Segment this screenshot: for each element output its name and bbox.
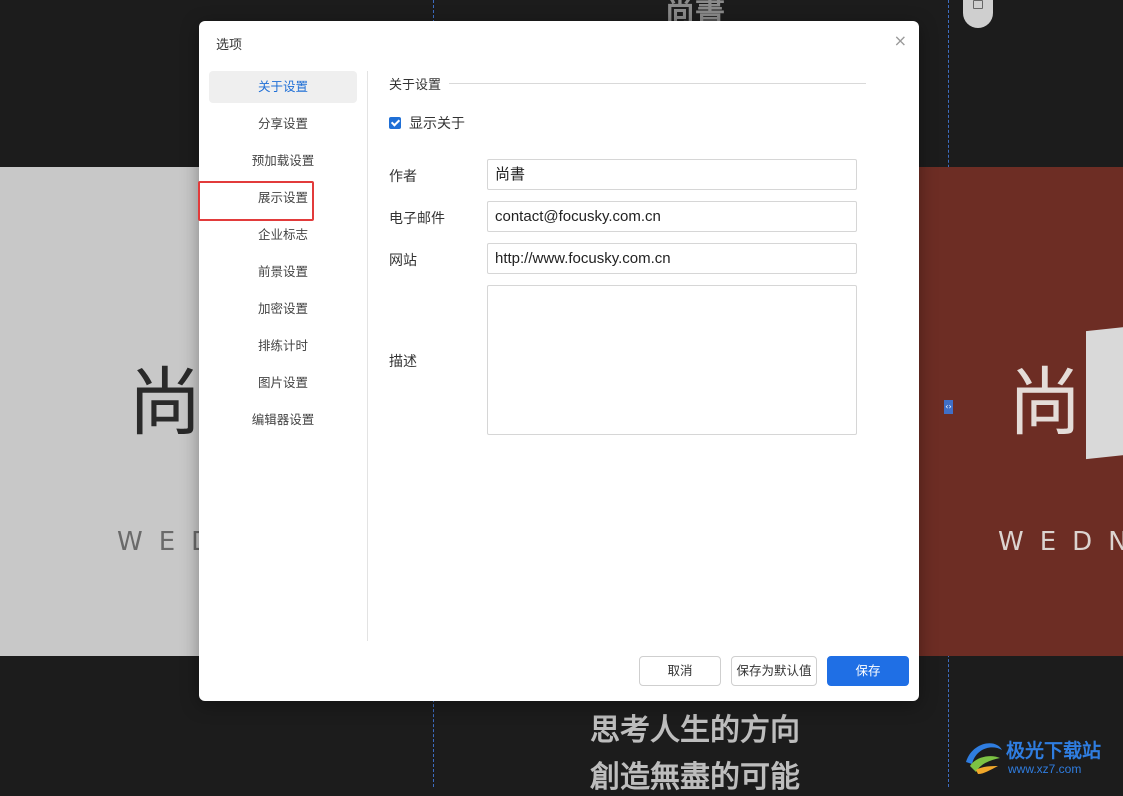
nav-item-rehearsal[interactable]: 排练计时 [209, 330, 357, 362]
nav-item-label: 图片设置 [257, 375, 308, 390]
highlight-box [198, 181, 314, 221]
author-label: 作者 [389, 169, 417, 185]
dialog-title: 选项 [216, 38, 243, 53]
show-about-toggle[interactable]: 显示关于 [389, 113, 465, 133]
watermark-name: 极光下载站 [1006, 740, 1102, 762]
email-label: 电子邮件 [389, 211, 445, 227]
email-field[interactable]: contact@focusky.com.cn [487, 201, 857, 232]
section-rule [389, 83, 866, 84]
save-button[interactable]: 保存 [827, 656, 909, 686]
nav-item-label: 编辑器设置 [251, 412, 315, 427]
nav-item-label: 企业标志 [257, 227, 308, 242]
nav-item-share[interactable]: 分享设置 [209, 108, 357, 140]
nav-item-about[interactable]: 关于设置 [209, 71, 357, 103]
nav-item-foreground[interactable]: 前景设置 [209, 256, 357, 288]
nav-item-label: 前景设置 [257, 264, 308, 279]
website-field[interactable]: http://www.focusky.com.cn [487, 243, 857, 274]
options-dialog: 选项 × 关于设置 分享设置 预加载设置 展示设置 企业标志 前景设置 加密设置… [198, 21, 919, 701]
nav-item-label: 分享设置 [257, 116, 308, 131]
slide-caption: 創造無盡的可能 [590, 760, 800, 795]
nav-item-label: 加密设置 [257, 301, 308, 316]
save-as-default-button[interactable]: 保存为默认值 [731, 656, 817, 686]
nav-item-label: 关于设置 [257, 79, 308, 94]
nav-item-encryption[interactable]: 加密设置 [209, 293, 357, 325]
slide-glyph: 尚 [128, 360, 202, 446]
section-header: 关于设置 [389, 74, 866, 93]
website-label: 网站 [389, 253, 417, 269]
cancel-button[interactable]: 取消 [639, 656, 721, 686]
nav-item-logo[interactable]: 企业标志 [209, 219, 357, 251]
slide-glyph: 尚 [1008, 360, 1082, 446]
nav-item-display[interactable]: 展示设置 [198, 181, 357, 221]
description-field[interactable] [487, 285, 857, 435]
nav-item-image[interactable]: 图片设置 [209, 367, 357, 399]
card-shape [1086, 326, 1123, 460]
aurora-logo-icon [966, 743, 1002, 774]
section-title: 关于设置 [389, 78, 450, 93]
watermark-url: www.xz7.com [1008, 762, 1082, 776]
nav-divider [367, 71, 368, 641]
close-icon[interactable]: × [894, 31, 907, 50]
nav-item-preload[interactable]: 预加载设置 [209, 145, 357, 177]
watermark: 极光下载站 www.xz7.com [962, 734, 1122, 784]
nav-item-label: 预加载设置 [251, 153, 315, 168]
nav-item-label: 排练计时 [257, 338, 308, 353]
show-about-label: 显示关于 [409, 116, 465, 132]
author-field[interactable]: 尚書 [487, 159, 857, 190]
slide-subtitle: WEDN [998, 527, 1123, 557]
slide-caption: 思考人生的方向 [590, 713, 800, 748]
settings-nav: 关于设置 分享设置 预加载设置 展示设置 企业标志 前景设置 加密设置 排练计时… [198, 71, 357, 441]
checkbox-checked-icon[interactable] [389, 117, 401, 129]
resize-handle-icon[interactable]: ‹› [944, 400, 953, 414]
top-handle[interactable] [963, 0, 993, 28]
description-label: 描述 [389, 354, 417, 370]
nav-item-editor[interactable]: 编辑器设置 [209, 404, 357, 436]
